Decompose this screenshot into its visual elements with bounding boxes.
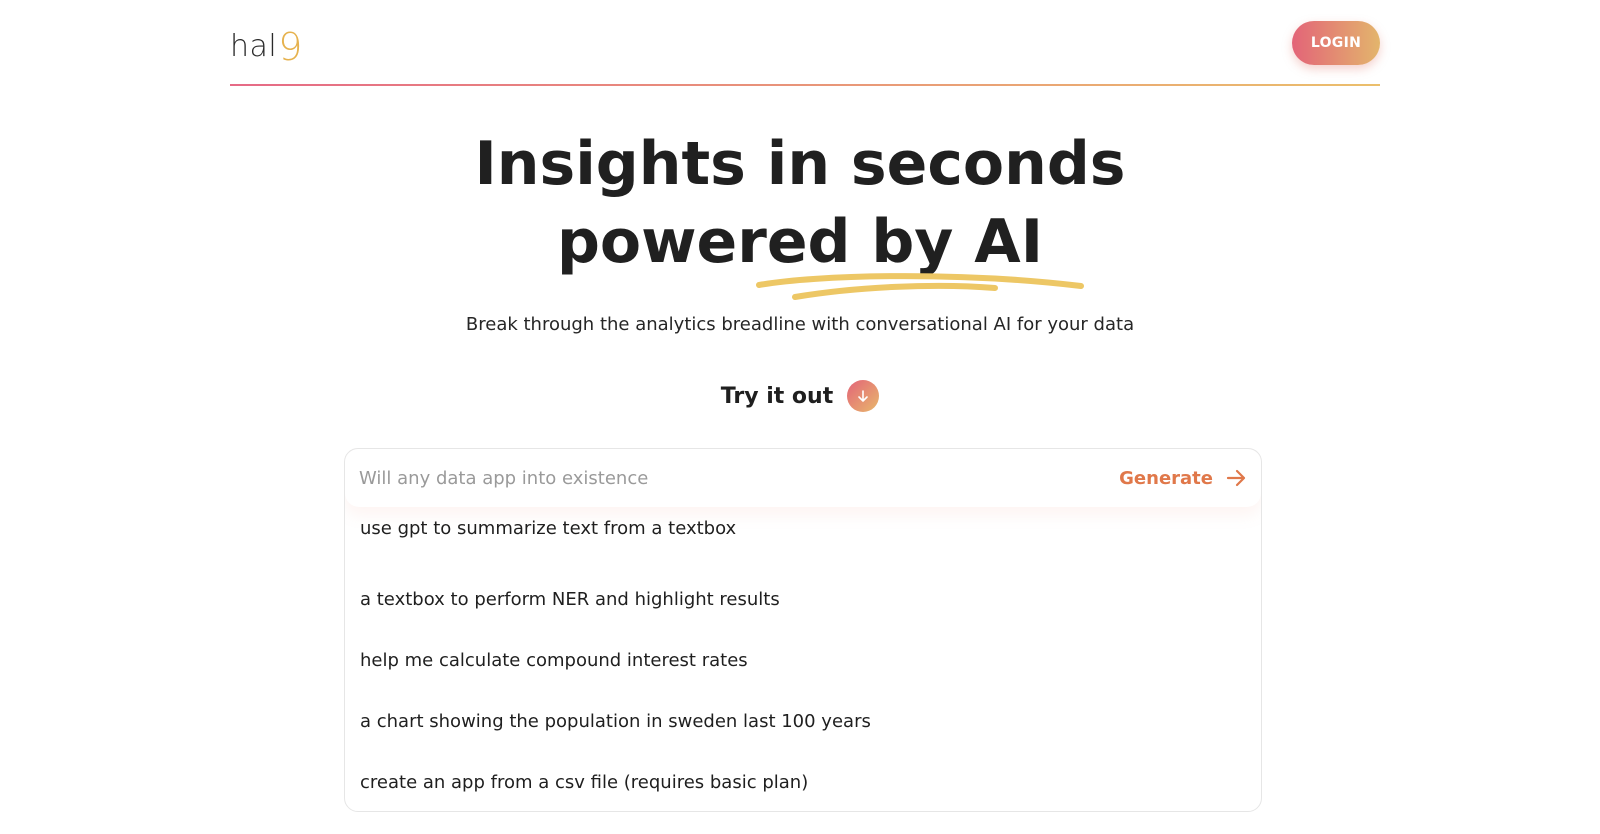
prompt-input-row: Generate <box>345 449 1261 507</box>
try-it-out-label: Try it out <box>720 383 834 409</box>
suggestion-item[interactable]: a chart showing the population in sweden… <box>345 691 1261 752</box>
suggestion-list: use gpt to summarize text from a textbox… <box>345 507 1261 811</box>
brush-underline-decoration <box>756 273 1084 300</box>
hero-title: Insights in seconds powered by AI <box>0 125 1600 281</box>
try-it-out-row: Try it out <box>0 380 1600 412</box>
generate-label: Generate <box>1119 467 1213 489</box>
site-header: hal 9 LOGIN <box>230 0 1380 86</box>
hal9-logo[interactable]: hal 9 <box>230 24 303 66</box>
arrow-down-icon[interactable] <box>847 380 880 412</box>
suggestion-item[interactable]: help me calculate compound interest rate… <box>345 630 1261 691</box>
suggestion-item[interactable]: create an app from a csv file (requires … <box>345 752 1261 811</box>
prompt-input[interactable] <box>359 449 1079 507</box>
suggestion-item[interactable]: use gpt to summarize text from a textbox <box>345 507 1261 569</box>
suggestion-item[interactable]: a textbox to perform NER and highlight r… <box>345 569 1261 630</box>
hero-title-line-2: powered by AI <box>556 207 1044 277</box>
header-divider <box>230 84 1380 86</box>
hero-title-line-1: Insights in seconds <box>474 129 1126 199</box>
login-button[interactable]: LOGIN <box>1292 21 1380 65</box>
prompt-box: Generate use gpt to summarize text from … <box>344 448 1262 812</box>
logo-text: hal <box>230 29 278 64</box>
generate-button[interactable]: Generate <box>1119 462 1247 494</box>
arrow-right-icon <box>1226 469 1246 487</box>
hero-subtitle: Break through the analytics breadline wi… <box>465 314 1135 335</box>
logo-nine: 9 <box>278 25 303 69</box>
